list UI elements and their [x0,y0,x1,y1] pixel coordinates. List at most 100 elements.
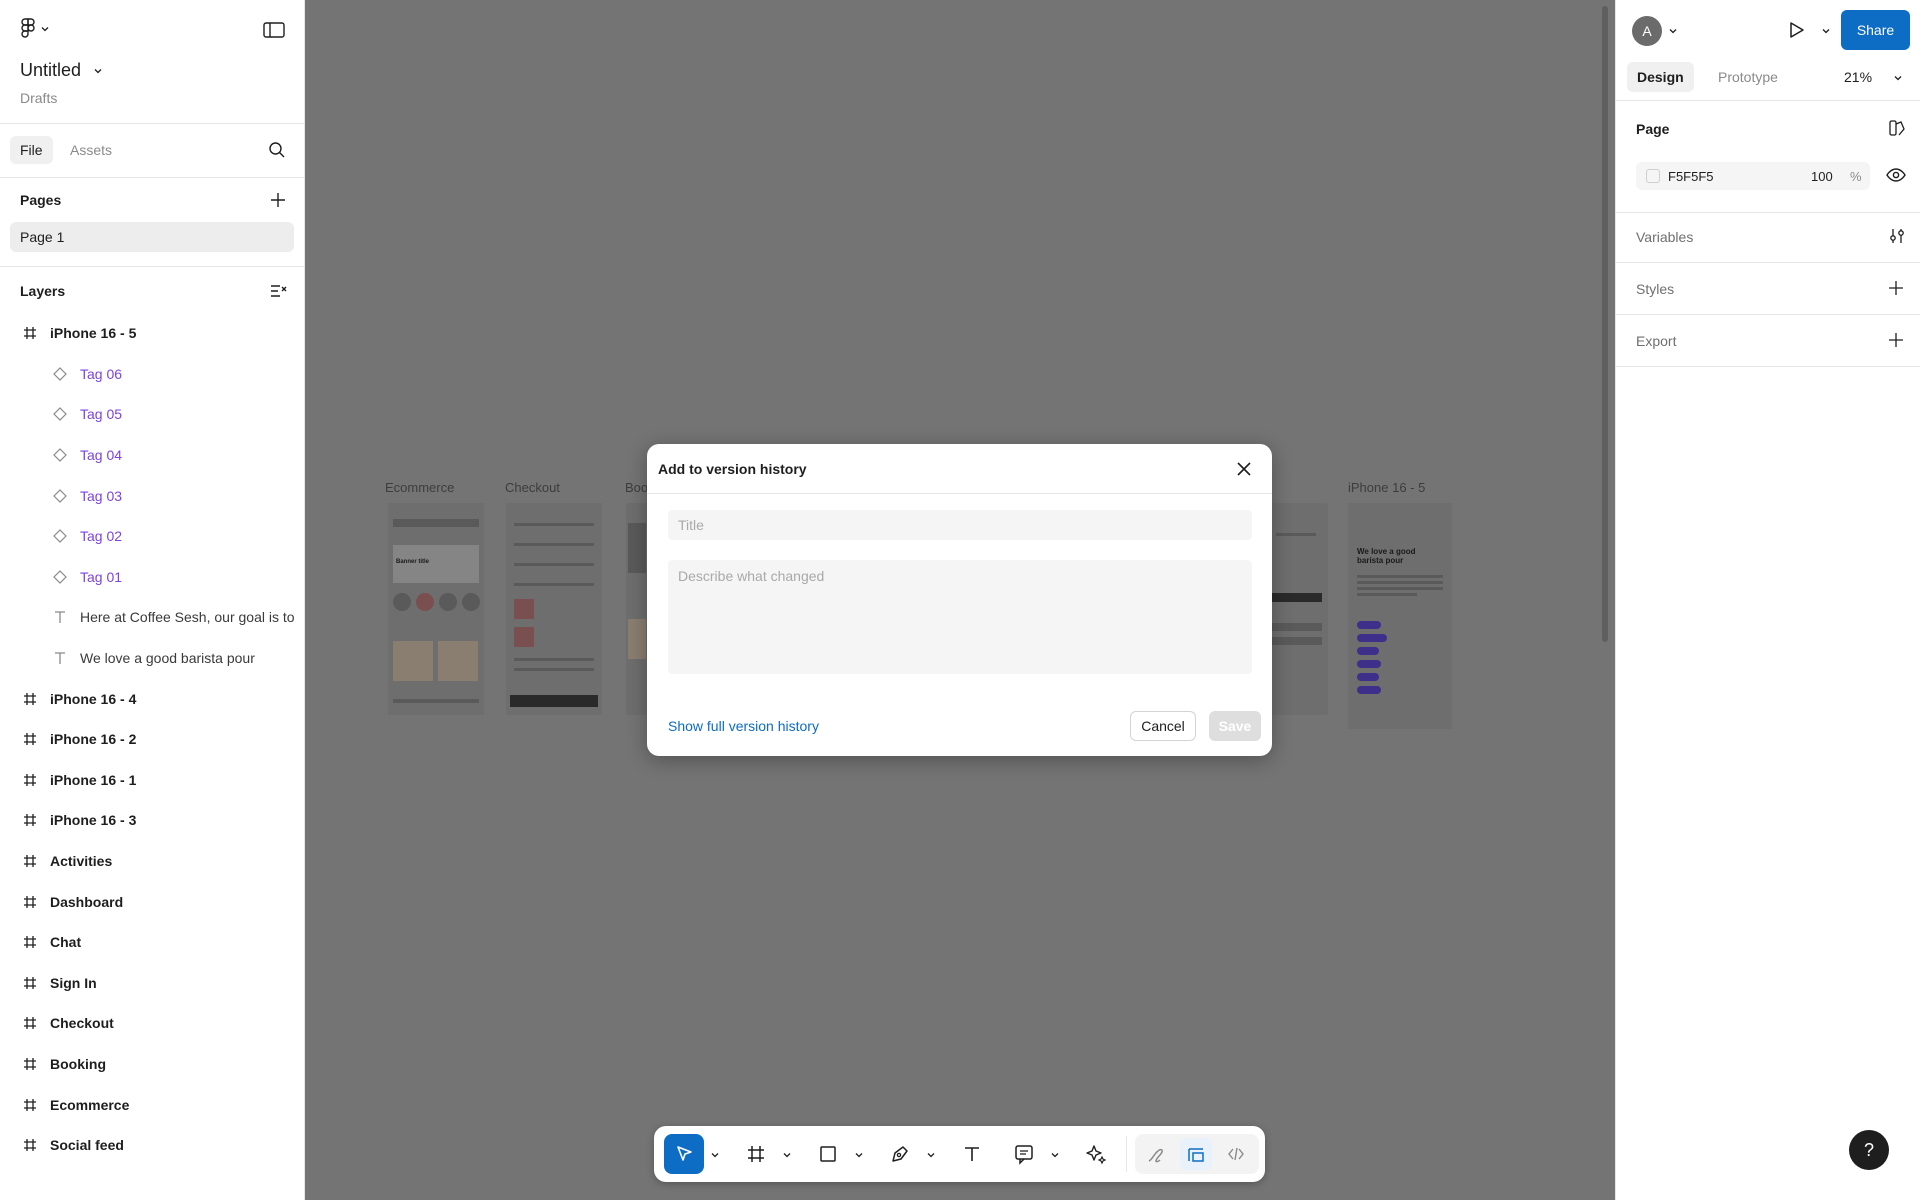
styles-label: Styles [1636,281,1675,297]
frame-label-ecommerce[interactable]: Ecommerce [385,480,454,495]
chevron-down-icon[interactable] [1893,73,1903,83]
text-tool-button[interactable] [956,1138,988,1170]
thumb-banner-text: Banner title [396,559,430,565]
chevron-down-icon[interactable] [782,1150,792,1160]
add-page-icon[interactable] [270,192,286,208]
chevron-down-icon[interactable] [1050,1150,1060,1160]
show-full-version-history-link[interactable]: Show full version history [668,718,819,734]
shape-tool-button[interactable] [812,1138,844,1170]
ai-actions-button[interactable] [1080,1138,1112,1170]
layer-row[interactable]: Sign In [0,963,304,1004]
component-instance-icon [50,569,70,585]
file-title[interactable]: Untitled [20,60,103,81]
zoom-level[interactable]: 21% [1844,69,1872,85]
layer-row[interactable]: iPhone 16 - 3 [0,800,304,841]
frame-thumbnail-booking[interactable] [626,503,648,715]
pen-tool-button[interactable] [884,1138,916,1170]
page-color-field[interactable]: F5F5F5 100 % [1636,162,1870,190]
layer-row[interactable]: Tag 02 [0,516,304,557]
layer-row[interactable]: Dashboard [0,881,304,922]
layer-row[interactable]: iPhone 16 - 1 [0,760,304,801]
add-style-icon[interactable] [1888,280,1904,296]
layer-row[interactable]: Tag 06 [0,354,304,395]
version-description-input[interactable] [668,560,1252,674]
layer-row[interactable]: Activities [0,841,304,882]
sidebar-toggle-icon[interactable] [262,20,286,40]
layer-row[interactable]: Checkout [0,1003,304,1044]
page-opacity-value[interactable]: 100 [1811,169,1833,184]
layer-row[interactable]: Tag 04 [0,435,304,476]
tab-file[interactable]: File [10,136,53,164]
pages-header: Pages [0,178,304,220]
chevron-down-icon[interactable] [1668,26,1678,36]
local-styles-icon[interactable] [1888,119,1906,137]
chevron-down-icon[interactable] [854,1150,864,1160]
layer-row[interactable]: iPhone 16 - 5 [0,313,304,354]
chevron-down-icon[interactable] [710,1150,720,1160]
frame-thumbnail-iphone-16-5[interactable]: We love a good barista pour [1348,503,1452,729]
frame-label-checkout[interactable]: Checkout [505,480,560,495]
frame-icon [20,1015,40,1031]
eye-icon[interactable] [1886,167,1906,183]
layer-name: Checkout [50,1015,114,1032]
close-icon[interactable] [1235,460,1253,478]
layer-row[interactable]: iPhone 16 - 2 [0,719,304,760]
sparkle-ai-icon [1086,1145,1107,1165]
save-button[interactable]: Save [1209,711,1261,741]
layer-row[interactable]: Tag 03 [0,475,304,516]
chevron-down-icon[interactable] [1821,26,1831,36]
design-mode-button[interactable] [1180,1138,1212,1170]
layer-row[interactable]: Social feed [0,1125,304,1166]
cancel-button[interactable]: Cancel [1130,711,1196,741]
share-button[interactable]: Share [1841,10,1910,50]
frame-tool-button[interactable] [740,1138,772,1170]
file-header: Untitled Drafts [0,0,304,124]
main-menu-button[interactable] [20,18,50,40]
layer-row[interactable]: iPhone 16 - 4 [0,678,304,719]
layer-row[interactable]: We love a good barista pour [0,638,304,679]
frame-label-booking[interactable]: Boo [625,480,648,495]
present-play-icon[interactable] [1786,20,1806,40]
layer-row[interactable]: Chat [0,922,304,963]
variables-icon[interactable] [1888,227,1906,245]
move-tool-button[interactable] [664,1134,704,1174]
frame-label-iphone-16-5[interactable]: iPhone 16 - 5 [1348,480,1425,495]
version-title-input[interactable] [668,510,1252,540]
layer-name: Tag 02 [80,528,123,545]
page-color-swatch[interactable] [1646,169,1660,183]
add-export-icon[interactable] [1888,332,1904,348]
layer-name: Tag 06 [80,365,123,382]
tab-design[interactable]: Design [1627,62,1694,92]
chevron-down-icon[interactable] [926,1150,936,1160]
frame-thumbnail-iphone-16-4[interactable] [1272,503,1328,715]
search-icon[interactable] [268,141,286,159]
layer-row[interactable]: Here at Coffee Sesh, our goal is to [0,597,304,638]
dev-mode-button[interactable] [1220,1138,1252,1170]
thumb-barista-text: We love a good barista pour [1357,547,1416,565]
frame-icon [20,731,40,747]
comment-tool-button[interactable] [1008,1138,1040,1170]
frame-thumbnail-ecommerce[interactable]: Banner title [388,503,484,715]
page-color-hex[interactable]: F5F5F5 [1668,169,1714,184]
layer-row[interactable]: Booking [0,1044,304,1085]
code-brackets-icon [1228,1147,1244,1161]
frame-thumbnail-checkout[interactable] [506,503,602,715]
tab-assets[interactable]: Assets [60,136,122,164]
layer-row[interactable]: Tag 05 [0,394,304,435]
frame-hash-icon [748,1146,764,1162]
layer-name: Tag 01 [80,568,123,585]
canvas-scrollbar[interactable] [1602,6,1608,642]
text-layer-icon [50,650,70,666]
avatar[interactable]: A [1632,16,1662,46]
layer-name: Chat [50,934,82,951]
tab-prototype[interactable]: Prototype [1708,62,1788,92]
frame-icon [20,975,40,991]
layer-row[interactable]: Ecommerce [0,1084,304,1125]
frame-icon [20,853,40,869]
page-item[interactable]: Page 1 [10,222,294,252]
draw-mode-button[interactable] [1141,1138,1173,1170]
layer-row[interactable]: Tag 01 [0,557,304,598]
file-location[interactable]: Drafts [20,90,57,106]
layer-options-icon[interactable] [270,283,288,299]
help-button[interactable]: ? [1849,1130,1889,1170]
